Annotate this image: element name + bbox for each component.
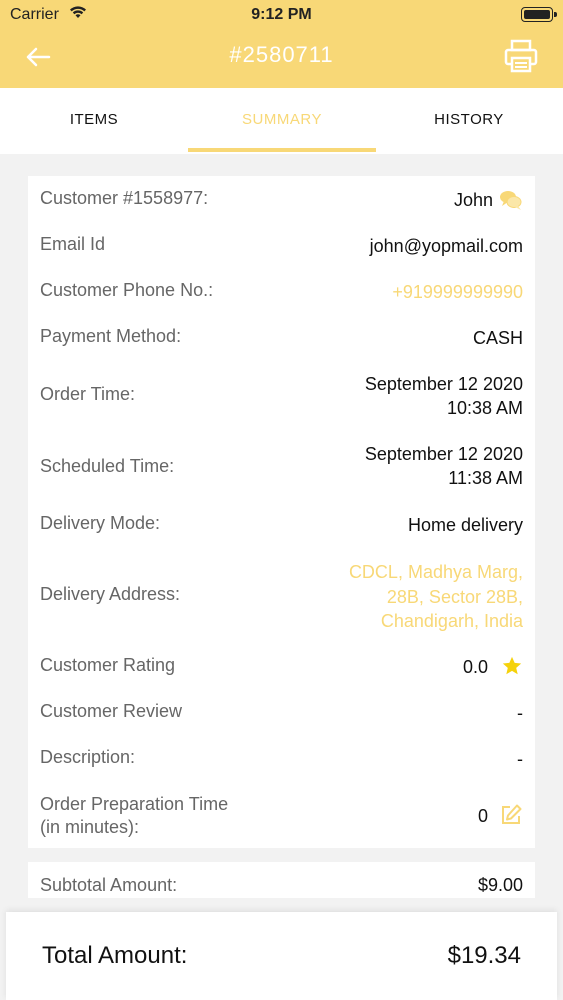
order-number-title: #2580711 [229, 42, 334, 67]
battery-icon [521, 7, 557, 22]
customer-label: Customer #1558977: [40, 188, 209, 208]
print-icon[interactable] [503, 38, 539, 74]
tab-items-label: ITEMS [69, 111, 119, 128]
phone-label: Customer Phone No.: [40, 280, 214, 300]
phone-link[interactable]: +919999999990 [392, 280, 523, 304]
prep-time-row: Order Preparation Time (in minutes): 0 [40, 793, 523, 841]
chat-icon[interactable] [499, 188, 523, 217]
phone-row: Customer Phone No.: +919999999990 [40, 280, 523, 304]
payment-value: CASH [472, 328, 523, 348]
subtotal-label: Subtotal Amount: [40, 875, 178, 895]
clock: 9:12 PM [251, 6, 312, 23]
tab-bar: ITEMS SUMMARY HISTORY [0, 88, 563, 154]
prep-time-label: Order Preparation Time (in minutes): [40, 793, 228, 839]
total-footer: Total Amount: $19.34 [6, 912, 557, 1000]
total-value: $19.34 [447, 942, 521, 969]
tab-summary[interactable]: SUMMARY [188, 88, 376, 154]
amounts-card: Subtotal Amount: $9.00 [28, 862, 535, 898]
address-line-2: 28B, Sector 28B, [386, 586, 523, 607]
review-row: Customer Review - [40, 701, 523, 725]
scheduled-date: September 12 2020 [364, 444, 523, 464]
subtotal-value: $9.00 [477, 875, 523, 895]
tab-items[interactable]: ITEMS [0, 88, 188, 154]
address-line-3: Chandigarh, India [380, 611, 523, 631]
email-label: Email Id [40, 234, 106, 254]
review-value: - [517, 703, 523, 723]
customer-row: Customer #1558977: John [40, 188, 523, 212]
description-label: Description: [40, 747, 136, 767]
description-value: - [517, 749, 523, 769]
order-clock-time: 10:38 AM [446, 398, 523, 418]
order-time-value: September 12 2020 10:38 AM [365, 372, 523, 420]
prep-time-label-line-1: Order Preparation Time [40, 794, 229, 814]
payment-row: Payment Method: CASH [40, 326, 523, 350]
address-line-1: CDCL, Madhya Marg, [348, 562, 523, 582]
tab-summary-label: SUMMARY [242, 111, 322, 128]
scheduled-time-label: Scheduled Time: [40, 456, 175, 476]
prep-time-value: 0 [477, 806, 488, 826]
order-time-row: Order Time: September 12 2020 10:38 AM [40, 372, 523, 420]
app-header: Carrier 9:12 PM #2580711 [0, 0, 563, 88]
total-label: Total Amount: [42, 942, 188, 969]
email-row: Email Id john@yopmail.com [40, 234, 523, 258]
summary-card: Customer #1558977: John Email Id john@yo… [28, 176, 535, 848]
review-label: Customer Review [40, 701, 183, 721]
scheduled-clock-time: 11:38 AM [448, 468, 523, 488]
delivery-mode-value: Home delivery [407, 515, 523, 535]
prep-time-label-line-2: (in minutes): [40, 817, 140, 837]
payment-label: Payment Method: [40, 326, 182, 346]
tab-history-label: HISTORY [434, 111, 504, 128]
scheduled-time-row: Scheduled Time: September 12 2020 11:38 … [40, 442, 523, 490]
tab-history[interactable]: HISTORY [375, 88, 563, 154]
email-value: john@yopmail.com [369, 236, 523, 256]
delivery-address-link[interactable]: CDCL, Madhya Marg, 28B, Sector 28B, Chan… [349, 560, 523, 634]
order-date: September 12 2020 [364, 374, 523, 394]
rating-value: 0.0 [462, 657, 488, 677]
rating-row: Customer Rating 0.0 [40, 655, 523, 679]
delivery-mode-row: Delivery Mode: Home delivery [40, 513, 523, 537]
rating-label: Customer Rating [40, 655, 176, 675]
scheduled-time-value: September 12 2020 11:38 AM [365, 442, 523, 490]
description-row: Description: - [40, 747, 523, 771]
status-bar: Carrier 9:12 PM [0, 0, 563, 30]
customer-name: John [453, 190, 493, 210]
star-icon [501, 655, 523, 682]
edit-icon[interactable] [499, 803, 523, 832]
delivery-address-row: Delivery Address: CDCL, Madhya Marg, 28B… [40, 560, 523, 632]
active-tab-indicator [188, 148, 376, 152]
order-time-label: Order Time: [40, 384, 136, 404]
delivery-mode-label: Delivery Mode: [40, 513, 161, 533]
delivery-address-label: Delivery Address: [40, 584, 181, 604]
